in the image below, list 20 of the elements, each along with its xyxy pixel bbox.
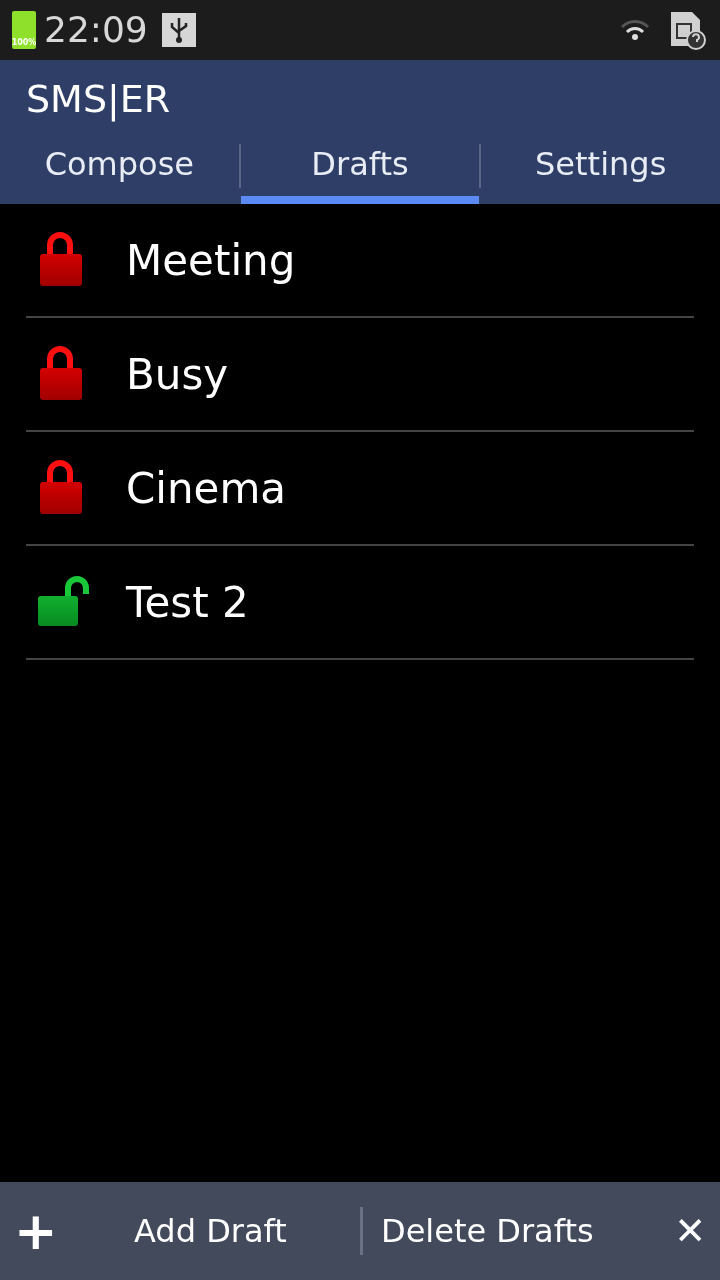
tab[interactable]: Compose (0, 132, 239, 204)
battery-level: 100% (11, 39, 37, 49)
draft-name: Meeting (126, 234, 296, 287)
clock: 22:09 (44, 12, 148, 48)
tab[interactable]: Drafts (240, 132, 480, 204)
close-button[interactable]: ✕ (660, 1182, 720, 1280)
tab[interactable]: Settings (481, 132, 720, 204)
draft-name: Cinema (126, 462, 287, 515)
sim-card-icon (668, 10, 708, 50)
draft-name: Busy (126, 348, 229, 401)
usb-icon (161, 13, 196, 47)
draft-item[interactable]: Test 2 (26, 546, 694, 660)
app-title: SMS|ER (25, 76, 172, 124)
add-draft-button[interactable]: + Add Draft (0, 1182, 360, 1280)
draft-item[interactable]: Meeting (26, 204, 694, 318)
draft-name: Test 2 (126, 576, 249, 629)
delete-drafts-button[interactable]: Delete Drafts (363, 1182, 661, 1280)
draft-item[interactable]: Cinema (26, 432, 694, 546)
wifi-icon (620, 19, 650, 41)
draft-item[interactable]: Busy (26, 318, 694, 432)
